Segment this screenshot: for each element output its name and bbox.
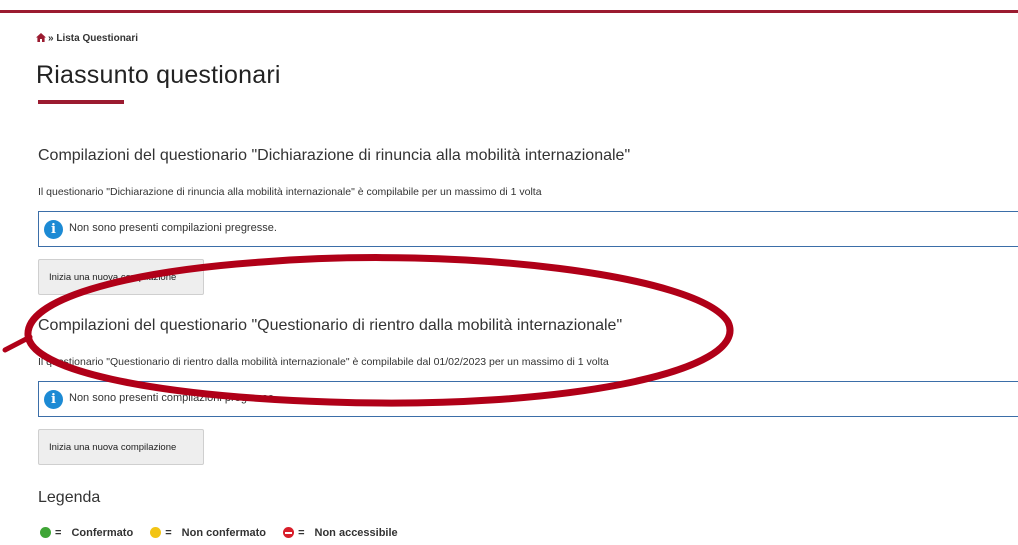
info-text: Non sono presenti compilazioni pregresse… — [69, 392, 277, 404]
status-unconfirmed-icon — [150, 527, 162, 538]
legend-label: Non accessibile — [314, 527, 398, 539]
breadcrumb-current: Lista Questionari — [56, 33, 139, 44]
breadcrumb: » Lista Questionari — [36, 33, 138, 45]
title-underline — [38, 100, 124, 104]
legend-item-unconfirmed: = Non confermato — [150, 527, 266, 539]
info-icon: i — [44, 220, 63, 239]
section-description-rinuncia: Il questionario "Dichiarazione di rinunc… — [38, 186, 542, 198]
info-icon: i — [44, 390, 63, 409]
legend-item-noaccess: = Non accessibile — [283, 527, 398, 539]
page-title: Riassunto questionari — [36, 61, 281, 89]
legend-label: Confermato — [71, 527, 134, 539]
legend-row: = Confermato = Non confermato = Non accessi… — [40, 527, 412, 539]
new-compilation-button-rinuncia[interactable]: Inizia una nuova compilazione — [38, 259, 204, 295]
info-box-rinuncia: i Non sono presenti compilazioni pregres… — [38, 211, 1018, 247]
info-box-rientro: i Non sono presenti compilazioni pregres… — [38, 381, 1018, 417]
legend-item-confirmed: = Confermato — [40, 527, 133, 539]
status-noaccess-icon — [283, 527, 295, 538]
section-title-rientro: Compilazioni del questionario "Questiona… — [38, 317, 623, 334]
legend-equals: = — [55, 527, 62, 539]
new-compilation-button-rientro[interactable]: Inizia una nuova compilazione — [38, 429, 204, 465]
info-text: Non sono presenti compilazioni pregresse… — [69, 222, 277, 234]
home-icon[interactable] — [36, 33, 46, 45]
legend-equals: = — [298, 527, 305, 539]
top-brand-bar — [0, 10, 1018, 13]
section-description-rientro: Il questionario "Questionario di rientro… — [38, 356, 609, 368]
legend-title: Legenda — [38, 489, 101, 506]
section-title-rinuncia: Compilazioni del questionario "Dichiaraz… — [38, 147, 631, 164]
status-confirmed-icon — [40, 527, 51, 538]
legend-equals: = — [165, 527, 172, 539]
legend-label: Non confermato — [181, 527, 267, 539]
breadcrumb-separator: » — [48, 33, 54, 44]
